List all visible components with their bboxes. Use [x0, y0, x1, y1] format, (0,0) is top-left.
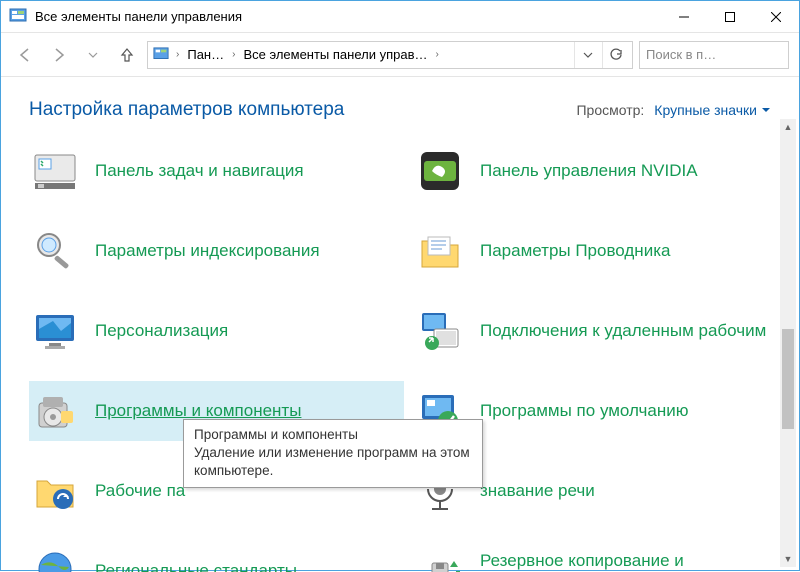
search-icon: [31, 227, 79, 275]
item-personalization[interactable]: Персонализация: [29, 301, 404, 361]
item-label: Панель управления NVIDIA: [480, 160, 698, 181]
address-dropdown[interactable]: [574, 42, 600, 68]
view-dropdown[interactable]: Крупные значки: [654, 102, 771, 118]
item-explorer-options[interactable]: Параметры Проводника: [414, 221, 789, 281]
view-value-text: Крупные значки: [654, 102, 757, 118]
chevron-down-icon: [761, 105, 771, 115]
item-label: Панель задач и навигация: [95, 160, 304, 181]
item-region[interactable]: Региональные стандарты: [29, 541, 404, 572]
tooltip-body: Удаление или изменение программ на этом …: [194, 444, 472, 480]
globe-icon: [31, 547, 79, 572]
nvidia-icon: [416, 147, 464, 195]
tooltip-title: Программы и компоненты: [194, 426, 472, 444]
taskbar-icon: [31, 147, 79, 195]
search-input[interactable]: [646, 47, 782, 62]
folder-list-icon: [416, 227, 464, 275]
scroll-up-button[interactable]: ▲: [780, 119, 796, 135]
forward-button[interactable]: [45, 41, 73, 69]
item-label: Резервное копирование и восстановлени…: [480, 550, 781, 572]
back-button[interactable]: [11, 41, 39, 69]
scroll-thumb[interactable]: [782, 329, 794, 429]
up-button[interactable]: [113, 41, 141, 69]
breadcrumb-item[interactable]: Пан…: [183, 47, 228, 62]
scroll-down-button[interactable]: ▼: [780, 551, 796, 567]
chevron-right-icon[interactable]: ›: [174, 49, 181, 60]
recent-dropdown[interactable]: [79, 41, 107, 69]
maximize-button[interactable]: [707, 1, 753, 33]
item-label: Параметры индексирования: [95, 240, 320, 261]
programs-icon: [31, 387, 79, 435]
close-button[interactable]: [753, 1, 799, 33]
refresh-button[interactable]: [602, 42, 628, 68]
page-title: Настройка параметров компьютера: [29, 99, 344, 121]
chevron-right-icon[interactable]: ›: [230, 49, 237, 60]
items-grid: Панель задач и навигация Панель управлен…: [29, 141, 789, 572]
item-label: Программы по умолчанию: [480, 400, 689, 421]
item-remote-desktop[interactable]: Подключения к удаленным рабочим: [414, 301, 789, 361]
window-title: Все элементы панели управления: [35, 9, 661, 24]
item-label: Рабочие па: [95, 480, 185, 501]
breadcrumb-item[interactable]: Все элементы панели управ…: [239, 47, 431, 62]
item-label: Региональные стандарты: [95, 560, 297, 572]
monitor-icon: [31, 307, 79, 355]
backup-icon: [416, 547, 464, 572]
item-taskbar[interactable]: Панель задач и навигация: [29, 141, 404, 201]
item-label: Подключения к удаленным рабочим: [480, 320, 766, 341]
folder-sync-icon: [31, 467, 79, 515]
chevron-right-icon[interactable]: ›: [434, 49, 441, 60]
minimize-button[interactable]: [661, 1, 707, 33]
remote-icon: [416, 307, 464, 355]
tooltip: Программы и компоненты Удаление или изме…: [183, 419, 483, 488]
item-label: знавание речи: [480, 480, 595, 501]
toolbar: › Пан… › Все элементы панели управ… ›: [1, 33, 799, 77]
control-panel-icon: [9, 8, 27, 26]
view-label: Просмотр:: [576, 102, 644, 118]
titlebar: Все элементы панели управления: [1, 1, 799, 33]
item-backup[interactable]: Резервное копирование и восстановлени…: [414, 541, 789, 572]
item-indexing[interactable]: Параметры индексирования: [29, 221, 404, 281]
window-buttons: [661, 1, 799, 32]
header-row: Настройка параметров компьютера Просмотр…: [1, 77, 799, 135]
item-label: Персонализация: [95, 320, 228, 341]
content-area: Панель задач и навигация Панель управлен…: [1, 135, 799, 572]
scrollbar[interactable]: ▲ ▼: [780, 119, 796, 567]
search-box[interactable]: [639, 41, 789, 69]
view-control: Просмотр: Крупные значки: [576, 102, 771, 118]
address-bar[interactable]: › Пан… › Все элементы панели управ… ›: [147, 41, 633, 69]
item-nvidia[interactable]: Панель управления NVIDIA: [414, 141, 789, 201]
control-panel-icon: [152, 46, 170, 64]
item-label: Параметры Проводника: [480, 240, 670, 261]
